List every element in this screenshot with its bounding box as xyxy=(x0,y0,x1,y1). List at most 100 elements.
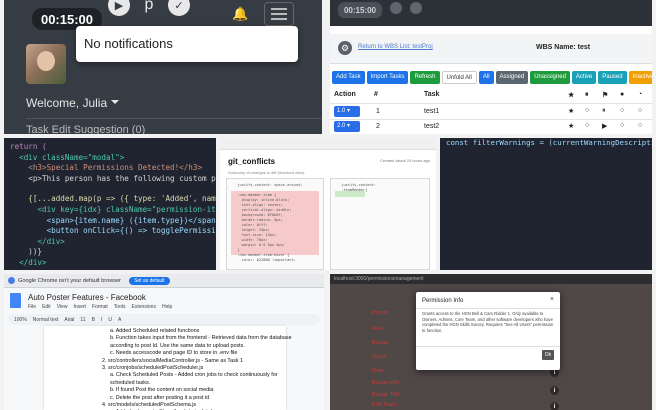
row-task[interactable]: test2 xyxy=(424,123,439,130)
tile-wbs-tasks: 00:15:00 ⚙ Return to WBS List: testProj … xyxy=(330,0,652,134)
row-task[interactable]: test1 xyxy=(424,108,439,115)
doc-line: scheduled tasks. xyxy=(110,379,151,386)
permission-item[interactable]: Edit Team xyxy=(372,402,397,408)
divider xyxy=(330,103,652,104)
filter-button[interactable]: Unfold All xyxy=(441,71,477,84)
menu-item[interactable]: Format xyxy=(92,304,108,310)
circle-icon[interactable]: ○ xyxy=(620,122,624,129)
divider xyxy=(330,119,652,120)
info-icon[interactable]: i xyxy=(550,386,559,395)
doc-page[interactable]: a. Added Scheduled related functions b. F… xyxy=(44,326,292,410)
play-icon[interactable]: ▶ xyxy=(108,0,130,16)
created-time: Created about 20 hours ago xyxy=(380,158,430,163)
return-link[interactable]: Return to WBS List: testProj xyxy=(358,44,433,50)
filter-button[interactable]: Refresh xyxy=(410,71,440,84)
toolbar-item[interactable]: Arial xyxy=(64,317,74,323)
browser-bar xyxy=(220,138,436,150)
timer-control-icon[interactable] xyxy=(410,2,422,14)
code-line: <h3>Special Permissions Detected!</h3> xyxy=(10,163,203,173)
code-line: <p>This person has the following custom … xyxy=(10,173,216,183)
permission-item[interactable]: Role xyxy=(372,368,384,374)
filter-button[interactable]: Active xyxy=(571,71,597,84)
timer-control-icon[interactable] xyxy=(390,2,402,14)
menu-item[interactable]: File xyxy=(28,304,36,310)
permission-item[interactable]: Badge Info xyxy=(372,380,399,386)
circle-icon[interactable]: ○ xyxy=(620,107,624,114)
star-icon[interactable]: ★ xyxy=(568,107,574,115)
default-browser-banner: Google Chrome isn't your default browser… xyxy=(4,274,324,288)
task-edit-suggestion-link[interactable]: Task Edit Suggestion (0) xyxy=(26,124,145,134)
toolbar-item[interactable]: 100% xyxy=(14,317,27,323)
doc-line: 4. src/models/scheduledPostSchema.js xyxy=(102,402,197,409)
permission-item[interactable]: Role xyxy=(372,326,384,332)
table-row[interactable]: 1.0 ▾ 1 test1 ★ ○ ⏸ ○ ○ xyxy=(330,106,652,120)
permission-item[interactable]: Badge xyxy=(372,340,388,346)
pause-icon: ⏸ xyxy=(585,91,589,98)
timer-display[interactable]: 00:15:00 xyxy=(338,2,382,18)
docs-icon[interactable] xyxy=(10,293,21,308)
info-icon[interactable]: i xyxy=(550,402,559,410)
nav-fragment-text: p xyxy=(144,0,154,13)
toolbar-item[interactable]: I xyxy=(101,317,102,323)
circle-icon[interactable]: ○ xyxy=(638,107,642,114)
check-icon[interactable]: ✓ xyxy=(168,0,190,16)
tile-google-doc: Google Chrome isn't your default browser… xyxy=(4,274,324,410)
permission-item[interactable]: Quick xyxy=(372,354,386,360)
notifications-popup: No notifications xyxy=(76,26,298,62)
toolbar-item[interactable]: U xyxy=(108,317,112,323)
circle-icon[interactable]: ○ xyxy=(638,122,642,129)
filter-button[interactable]: All xyxy=(478,71,494,84)
star-icon[interactable]: ★ xyxy=(568,122,574,130)
filter-button[interactable]: Add Task xyxy=(332,71,365,84)
timer-col-icon: ◔ xyxy=(638,91,643,98)
filter-button[interactable]: Inactive xyxy=(628,71,652,84)
row-select[interactable]: 1.0 ▾ xyxy=(334,106,360,117)
doc-title[interactable]: Auto Poster Features - Facebook xyxy=(28,293,146,302)
avatar[interactable] xyxy=(26,44,66,84)
nav-row xyxy=(350,286,552,298)
menu-item[interactable]: Tools xyxy=(114,304,126,310)
pause-icon[interactable]: ⏸ xyxy=(602,107,606,115)
filter-button[interactable]: Import Tasks xyxy=(366,71,409,84)
row-num: 1 xyxy=(376,108,380,115)
doc-line: c. Delete the post after posting it a po… xyxy=(110,394,210,401)
code-line: ))} xyxy=(10,247,43,257)
menu-toggle-button[interactable] xyxy=(264,2,294,26)
doc-line: a. Added Scheduled related functions xyxy=(110,328,200,334)
code-line: const filterWarnings = (currentWarningDe… xyxy=(446,138,652,147)
header-action: Action xyxy=(334,91,356,98)
toolbar-item[interactable]: 11 xyxy=(80,317,85,323)
permission-item[interactable]: Popup xyxy=(372,310,388,316)
toolbar-item[interactable]: A xyxy=(118,317,121,323)
circle-icon[interactable]: ○ xyxy=(585,122,589,129)
ok-button[interactable]: Ok xyxy=(542,350,554,360)
doc-line: b. Function takes input from the fronten… xyxy=(110,335,292,342)
menu-item[interactable]: Extensions xyxy=(131,304,155,310)
circle-icon[interactable]: ○ xyxy=(585,107,589,114)
gear-icon[interactable]: ⚙ xyxy=(338,41,352,55)
menu-item[interactable]: Edit xyxy=(42,304,51,310)
filter-button[interactable]: Assigned xyxy=(495,71,529,84)
divider xyxy=(416,346,560,347)
row-select-value: 2.0 xyxy=(337,123,346,129)
welcome-menu[interactable]: Welcome, Julia xyxy=(26,96,120,110)
filter-button[interactable]: Unassigned xyxy=(530,71,570,84)
doc-line: 2. src/controllers/socialMediaController… xyxy=(102,357,244,364)
menu-item[interactable]: View xyxy=(57,304,68,310)
permission-item[interactable]: Badge Title xyxy=(372,392,400,398)
code-line: {[...added.map(p => ({ type: 'Added', na… xyxy=(10,194,216,204)
play-icon[interactable]: ▶ xyxy=(602,122,607,130)
doc-line: b. If found Post the content on social m… xyxy=(110,387,214,394)
bell-icon[interactable]: 🔔 xyxy=(232,6,248,22)
row-num: 2 xyxy=(376,123,380,130)
set-default-button[interactable]: Set as default xyxy=(129,276,170,285)
divider xyxy=(26,118,322,119)
toolbar-item[interactable]: Normal text xyxy=(33,317,59,323)
toolbar-item[interactable]: B xyxy=(92,317,95,323)
row-select[interactable]: 2.0 ▾ xyxy=(334,121,360,132)
menu-item[interactable]: Help xyxy=(162,304,172,310)
menu-item[interactable]: Insert xyxy=(73,304,86,310)
filter-button[interactable]: Paused xyxy=(598,71,627,84)
url-bar[interactable]: localhost:3000/permissionsmanagement xyxy=(330,274,652,284)
table-row[interactable]: 2.0 ▾ 2 test2 ★ ○ ▶ ○ ○ xyxy=(330,121,652,134)
